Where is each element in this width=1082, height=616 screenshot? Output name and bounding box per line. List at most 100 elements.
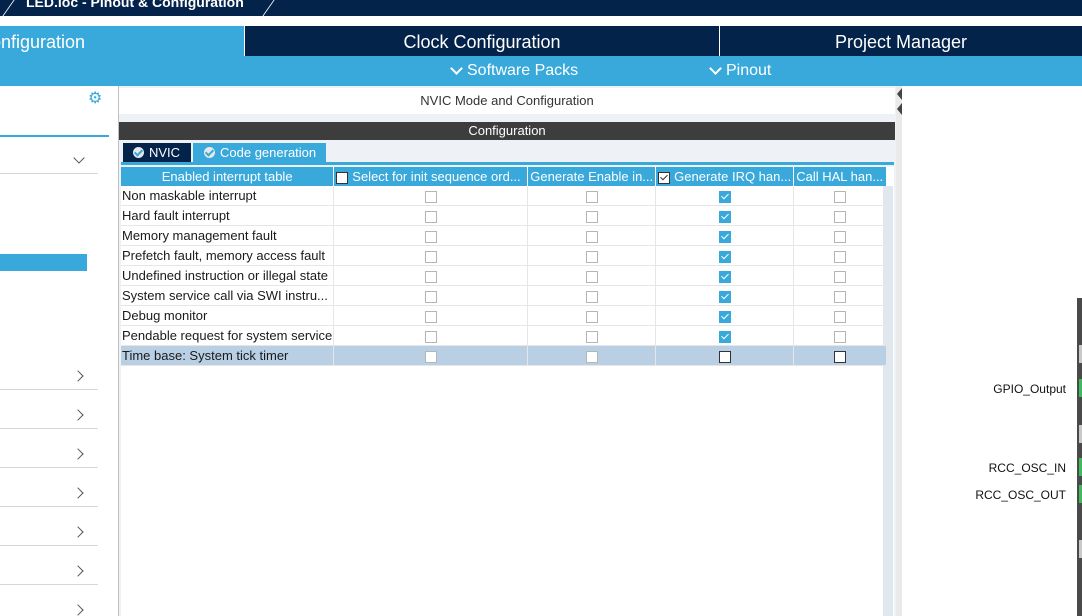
chevron-right-icon[interactable] [72,604,84,616]
table-row[interactable]: Time base: System tick timer [121,345,888,366]
tab-pinout-configuration[interactable]: onfiguration [0,26,244,56]
chevron-right-icon[interactable] [72,526,84,538]
row-checkbox[interactable] [718,330,731,343]
checkbox-cell [527,305,657,326]
panel-divider [0,389,98,390]
row-checkbox[interactable] [834,250,847,263]
column-header-interrupt[interactable]: Enabled interrupt table [121,167,335,186]
row-checkbox[interactable] [585,230,598,243]
tab-underline [121,162,894,165]
panel-divider [0,467,98,468]
categories-panel: ⚙ [0,86,110,616]
header-checkbox[interactable] [336,171,349,184]
checkbox-cell [793,205,888,226]
row-checkbox[interactable] [834,210,847,223]
header-checkbox[interactable] [658,171,671,184]
row-checkbox[interactable] [834,310,847,323]
interrupt-table: Enabled interrupt table Select for init … [121,167,888,366]
tab-nvic[interactable]: NVIC [123,143,191,162]
row-checkbox[interactable] [718,250,731,263]
tab-code-generation[interactable]: Code generation [193,143,326,162]
row-checkbox[interactable] [834,290,847,303]
check-circle-icon [204,147,215,158]
table-row[interactable]: Prefetch fault, memory access fault [121,245,888,266]
checkbox-cell [655,265,795,286]
row-checkbox[interactable] [424,310,437,323]
row-checkbox[interactable] [424,290,437,303]
row-checkbox[interactable] [834,330,847,343]
checkbox-cell [655,285,795,306]
row-checkbox[interactable] [834,190,847,203]
column-header-generate-enable[interactable]: Generate Enable in... [527,167,657,186]
chevron-right-icon[interactable] [72,487,84,499]
column-header-label: Generate IRQ han... [674,169,792,184]
row-checkbox[interactable] [585,250,598,263]
checkbox-cell [527,205,657,226]
row-checkbox[interactable] [424,210,437,223]
row-checkbox[interactable] [718,190,731,203]
chevron-right-icon[interactable] [72,565,84,577]
row-checkbox[interactable] [585,270,598,283]
chevron-right-icon[interactable] [72,409,84,421]
row-checkbox[interactable] [424,270,437,283]
table-row[interactable]: Non maskable interrupt [121,186,888,206]
row-checkbox[interactable] [718,210,731,223]
row-checkbox[interactable] [424,330,437,343]
table-row[interactable]: Memory management fault [121,225,888,246]
row-checkbox[interactable] [718,290,731,303]
checkbox-cell [333,245,529,266]
interrupt-name: Hard fault interrupt [121,205,335,226]
window-title-bar: LED.ioc - Pinout & Configuration [0,0,1082,18]
row-checkbox[interactable] [834,270,847,283]
checkbox-cell [655,186,795,206]
pin-label: RCC_OSC_IN [988,461,1066,475]
row-checkbox[interactable] [585,290,598,303]
table-row[interactable]: Undefined instruction or illegal state [121,265,888,286]
table-row[interactable]: Debug monitor [121,305,888,326]
row-checkbox[interactable] [585,330,598,343]
row-checkbox[interactable] [424,350,437,363]
checkbox-cell [527,325,657,346]
column-header-label: Select for init sequence ord... [352,169,521,184]
pin-label: RCC_OSC_OUT [975,488,1066,502]
table-row[interactable]: Hard fault interrupt [121,205,888,226]
row-checkbox[interactable] [585,210,598,223]
pin-label: GPIO_Output [993,382,1066,396]
row-checkbox[interactable] [424,190,437,203]
pinout-menu[interactable]: Pinout [709,62,771,80]
row-checkbox[interactable] [834,350,847,363]
selected-category-item[interactable] [0,254,87,271]
checkbox-cell [527,345,657,366]
row-checkbox[interactable] [834,230,847,243]
column-header-generate-irq[interactable]: Generate IRQ han... [655,167,795,186]
chevron-right-icon[interactable] [72,370,84,382]
row-checkbox[interactable] [585,350,598,363]
tab-pinout-label: onfiguration [0,32,86,52]
checkbox-cell [793,325,888,346]
title-gap [0,16,1082,26]
checkbox-cell [333,325,529,346]
interrupt-name: Non maskable interrupt [121,186,335,206]
table-row[interactable]: Pendable request for system service [121,325,888,346]
row-checkbox[interactable] [718,310,731,323]
tab-clock-configuration[interactable]: Clock Configuration [245,26,719,56]
row-checkbox[interactable] [424,250,437,263]
chevron-down-icon[interactable] [73,152,85,164]
column-header-call-hal[interactable]: Call HAL han... [793,167,888,186]
column-header-init-sequence[interactable]: Select for init sequence ord... [333,167,529,186]
checkbox-cell [793,225,888,246]
table-row[interactable]: System service call via SWI instru... [121,285,888,306]
software-packs-menu[interactable]: Software Packs [450,62,578,80]
row-checkbox[interactable] [718,230,731,243]
row-checkbox[interactable] [718,270,731,283]
chevron-right-icon[interactable] [72,448,84,460]
row-checkbox[interactable] [718,350,731,363]
row-checkbox[interactable] [585,190,598,203]
tab-project-manager[interactable]: Project Manager [720,26,1082,56]
row-checkbox[interactable] [424,230,437,243]
gear-icon[interactable]: ⚙ [88,91,103,107]
row-checkbox[interactable] [585,310,598,323]
checkbox-cell [793,186,888,206]
mode-header: NVIC Mode and Configuration [119,88,895,114]
interrupt-name: System service call via SWI instru... [121,285,335,306]
